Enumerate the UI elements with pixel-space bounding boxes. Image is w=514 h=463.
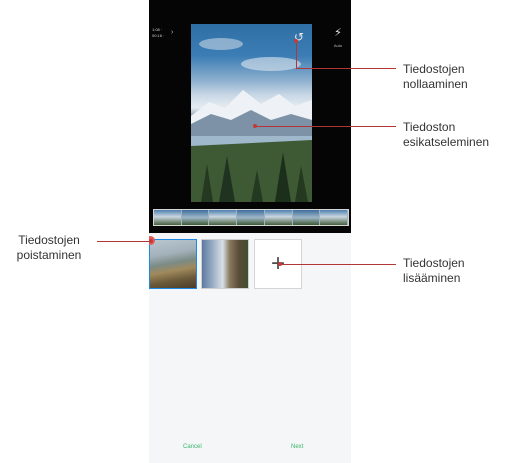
callout-line-delete bbox=[97, 241, 151, 242]
file-thumbnail-selected[interactable] bbox=[149, 239, 197, 289]
magic-wand-label: Auto bbox=[333, 43, 343, 48]
callout-dot-preview bbox=[253, 124, 257, 128]
film-frame bbox=[237, 210, 265, 225]
callout-label-add: Tiedostojen lisääminen bbox=[403, 256, 465, 285]
film-frame bbox=[292, 210, 321, 225]
callout-dot-delete bbox=[149, 239, 153, 243]
film-frame bbox=[154, 210, 182, 225]
film-frame bbox=[264, 210, 293, 225]
phone-screen: 1:08 · 00:16 · › ↺ ⚡ Auto Cancel Next bbox=[149, 0, 351, 463]
callout-dot-add bbox=[278, 262, 282, 266]
reset-icon[interactable]: ↺ bbox=[291, 29, 307, 45]
callout-label-reset: Tiedostojen nollaaminen bbox=[403, 62, 468, 91]
editor-area: 1:08 · 00:16 · › ↺ ⚡ Auto bbox=[149, 0, 351, 233]
magic-wand-icon[interactable]: ⚡ bbox=[330, 27, 346, 39]
next-button[interactable]: Next bbox=[291, 444, 303, 450]
callout-dot-reset bbox=[294, 39, 298, 43]
callout-line-preview bbox=[255, 126, 396, 127]
cancel-button[interactable]: Cancel bbox=[183, 444, 202, 450]
file-thumbnails: + bbox=[149, 236, 351, 291]
timeline-filmstrip[interactable] bbox=[153, 209, 349, 226]
film-frame bbox=[181, 210, 210, 225]
callout-label-preview: Tiedoston esikatseleminen bbox=[403, 120, 490, 149]
callout-line-reset bbox=[296, 68, 396, 69]
callout-label-delete: Tiedostojen poistaminen bbox=[16, 233, 82, 262]
chevron-right-icon[interactable]: › bbox=[171, 29, 173, 36]
film-frame bbox=[320, 210, 348, 225]
bottom-action-bar: Cancel Next bbox=[149, 442, 351, 458]
callout-line-add bbox=[280, 264, 396, 265]
file-thumbnail[interactable] bbox=[201, 239, 249, 289]
landscape-image bbox=[191, 38, 312, 202]
callout-line-reset-vertical bbox=[296, 41, 297, 68]
media-preview[interactable] bbox=[191, 24, 312, 202]
film-frame bbox=[209, 210, 238, 225]
